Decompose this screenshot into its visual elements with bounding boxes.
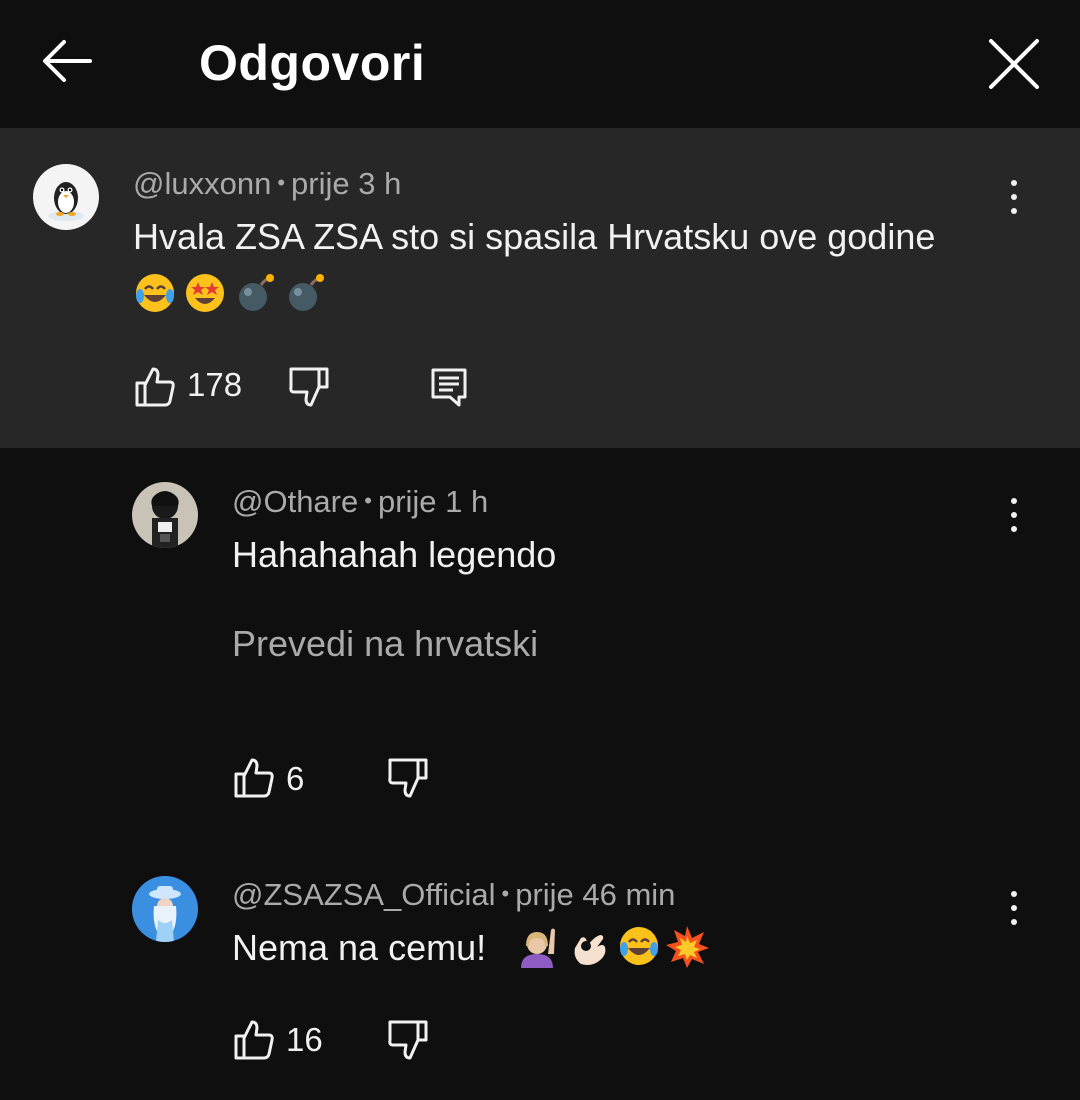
penguin-avatar-icon[interactable] — [33, 164, 99, 230]
comment-author[interactable]: @luxxonn — [133, 166, 271, 201]
comment-author[interactable]: @ZSAZSA_Official — [232, 877, 495, 912]
star-struck-emoji — [186, 274, 224, 312]
tears-of-joy-emoji — [620, 927, 658, 965]
comment-emojis — [515, 924, 715, 972]
tears-of-joy-emoji — [136, 274, 174, 312]
thumbs-down-icon[interactable] — [386, 1018, 430, 1062]
comment-meta: @ZSAZSA_Official • prije 46 min — [232, 877, 676, 912]
comment-time: prije 46 min — [515, 877, 676, 912]
comment-emojis — [133, 271, 333, 319]
like-count: 178 — [187, 366, 243, 403]
collision-emoji — [666, 926, 709, 968]
reply-icon[interactable] — [428, 365, 472, 409]
comment-meta: @Othare • prije 1 h — [232, 484, 489, 519]
more-options-icon[interactable] — [999, 490, 1029, 540]
comment-time: prije 3 h — [291, 166, 402, 201]
arrow-left-icon[interactable] — [40, 36, 96, 86]
close-icon[interactable] — [986, 36, 1042, 92]
bomb-emoji — [239, 274, 274, 311]
like-count: 6 — [286, 760, 305, 797]
thumbs-up-icon[interactable] — [133, 365, 177, 409]
parent-comment: @luxxonn • prije 3 h Hvala ZSA ZSA sto si … — [0, 128, 1080, 448]
comment-text: Hvala ZSA ZSA sto si spasila Hrvatsku ov… — [133, 216, 936, 257]
like-count: 16 — [286, 1021, 323, 1058]
comment-author[interactable]: @Othare — [232, 484, 358, 519]
header-bar: Odgovori — [0, 0, 1080, 128]
more-options-icon[interactable] — [999, 883, 1029, 933]
comment-time: prije 1 h — [377, 484, 489, 519]
ok-hand-emoji — [574, 935, 606, 965]
thumbs-up-icon[interactable] — [232, 756, 276, 800]
more-options-icon[interactable] — [999, 172, 1029, 222]
thumbs-up-icon[interactable] — [232, 1018, 276, 1062]
blue-portrait-avatar-icon[interactable] — [132, 876, 198, 942]
comment-meta: @luxxonn • prije 3 h — [133, 166, 402, 201]
dark-figure-avatar-icon[interactable] — [132, 482, 198, 548]
page-title: Odgovori — [199, 35, 426, 91]
thumbs-down-icon[interactable] — [287, 365, 331, 409]
woman-raising-hand-emoji — [521, 928, 555, 968]
translate-link[interactable]: Prevedi na hrvatski — [232, 623, 538, 665]
comment-text: Nema na cemu! — [232, 927, 487, 968]
thumbs-down-icon[interactable] — [386, 756, 430, 800]
comment-text: Hahahahah legendo — [232, 534, 557, 575]
bomb-emoji — [289, 274, 324, 311]
